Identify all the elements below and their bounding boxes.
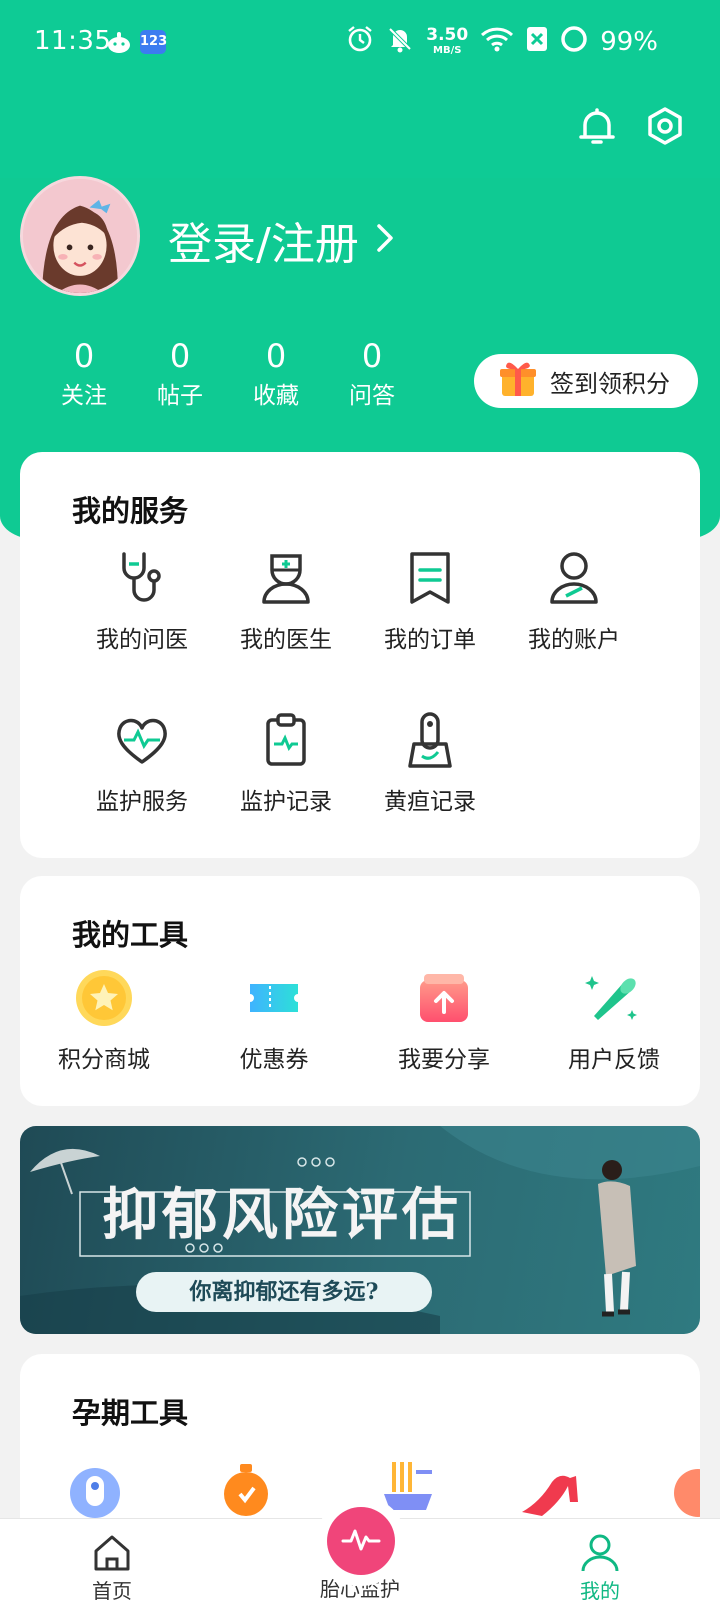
stat-label: 问答 (349, 383, 395, 409)
service-my-orders[interactable]: 我的订单 (360, 548, 500, 654)
share-icon (414, 968, 474, 1028)
nav-label: 首页 (92, 1579, 132, 1603)
stat-value: 0 (265, 337, 287, 375)
user-icon (544, 548, 604, 608)
battery-icon (560, 25, 588, 60)
star-coin-icon (74, 968, 134, 1028)
nav-home[interactable]: 首页 (52, 1531, 172, 1604)
tool-label: 用户反馈 (568, 1047, 660, 1073)
status-right-group: 3.50 MB/S 99% (346, 24, 658, 60)
tool-label: 积分商城 (58, 1047, 150, 1073)
service-label: 我的订单 (384, 627, 476, 653)
tool-feedback[interactable]: 用户反馈 (544, 968, 684, 1074)
fetal-monitor-circle (327, 1507, 395, 1575)
service-label: 我的问医 (96, 627, 188, 653)
nav-label: 我的 (580, 1579, 620, 1603)
gift-icon (498, 358, 538, 404)
settings-icon[interactable] (644, 106, 686, 148)
status-bar: 11:35 123 3.50 MB/S 99% (0, 0, 720, 86)
tool-label: 我要分享 (398, 1047, 490, 1073)
pregnancy-tool-icon-1[interactable] (68, 1466, 122, 1524)
coupon-icon (244, 968, 304, 1028)
network-speed: 3.50 MB/S (426, 27, 468, 57)
stat-following[interactable]: 0 关注 (36, 336, 132, 416)
home-icon (90, 1531, 134, 1575)
wifi-icon (480, 25, 514, 60)
stethoscope-icon (112, 548, 172, 608)
login-text: 登录/注册 (168, 219, 359, 270)
chevron-right-icon (373, 215, 397, 266)
nav-mine[interactable]: 我的 (540, 1531, 660, 1604)
tool-coupons[interactable]: 优惠券 (204, 968, 344, 1074)
status-time: 11:35 (34, 26, 112, 56)
order-icon (400, 548, 460, 608)
net-speed-value: 3.50 (426, 25, 469, 45)
pregnancy-tool-icon-4[interactable] (520, 1472, 580, 1522)
services-title: 我的服务 (72, 494, 189, 528)
service-label: 监护记录 (240, 789, 332, 815)
tool-points-mall[interactable]: 积分商城 (34, 968, 174, 1074)
service-label: 我的医生 (240, 627, 332, 653)
pregnancy-tools-title: 孕期工具 (72, 1396, 189, 1430)
heartbeat-icon (341, 1527, 381, 1555)
net-speed-unit: MB/S (433, 45, 462, 56)
stat-label: 收藏 (253, 383, 299, 409)
banner-subtitle: 你离抑郁还有多远? (136, 1272, 432, 1312)
service-monitor-records[interactable]: 监护记录 (216, 710, 356, 816)
stat-label: 帖子 (157, 383, 203, 409)
megaphone-icon (584, 968, 644, 1028)
service-my-doctor[interactable]: 我的医生 (216, 548, 356, 654)
service-jaundice-records[interactable]: 黄疸记录 (360, 710, 500, 816)
stat-label: 关注 (61, 383, 107, 409)
alarm-icon (346, 25, 374, 60)
stat-value: 0 (361, 337, 383, 375)
service-label: 监护服务 (96, 789, 188, 815)
app-notification-icon (106, 30, 132, 54)
pregnancy-tool-icon-2[interactable] (218, 1462, 274, 1522)
tool-share[interactable]: 我要分享 (374, 968, 514, 1074)
service-my-account[interactable]: 我的账户 (504, 548, 644, 654)
jaundice-device-icon (400, 710, 460, 770)
doctor-icon (256, 548, 316, 608)
clipboard-icon (256, 710, 316, 770)
tools-card: 我的工具 积分商城 优惠券 我要分享 用户反馈 (20, 876, 700, 1106)
services-card: 我的服务 我的问医 我的医生 我的订单 我的账户 监护服务 监护记录 黄疸记录 (20, 452, 700, 858)
checkin-button[interactable]: 签到领积分 (474, 354, 698, 408)
banner-title: 抑郁风险评估 (102, 1182, 462, 1248)
stat-value: 0 (73, 337, 95, 375)
service-label: 黄疸记录 (384, 789, 476, 815)
tool-label: 优惠券 (239, 1047, 309, 1073)
stat-value: 0 (169, 337, 191, 375)
service-my-consult[interactable]: 我的问医 (72, 548, 212, 654)
app-badge-icon: 123 (140, 30, 167, 54)
mute-icon (386, 25, 414, 60)
bell-icon[interactable] (576, 106, 618, 148)
stat-qa[interactable]: 0 问答 (324, 336, 420, 416)
header-actions (576, 106, 686, 148)
sim-icon (526, 26, 548, 59)
profile-icon (578, 1531, 622, 1575)
service-monitor[interactable]: 监护服务 (72, 710, 212, 816)
login-register-link[interactable]: 登录/注册 (168, 208, 397, 272)
profile-stats: 0 关注 0 帖子 0 收藏 0 问答 (36, 336, 420, 416)
tools-title: 我的工具 (72, 918, 189, 952)
avatar[interactable] (20, 176, 140, 296)
battery-level: 99% (600, 27, 658, 57)
service-label: 我的账户 (528, 627, 620, 653)
heart-monitor-icon (112, 710, 172, 770)
checkin-label: 签到领积分 (550, 369, 670, 398)
stat-favorites[interactable]: 0 收藏 (228, 336, 324, 416)
depression-assessment-banner[interactable]: 抑郁风险评估 你离抑郁还有多远? (20, 1126, 700, 1334)
fetal-monitor-button[interactable] (316, 1496, 406, 1586)
stat-posts[interactable]: 0 帖子 (132, 336, 228, 416)
pregnancy-tool-icon-5[interactable] (668, 1466, 720, 1524)
